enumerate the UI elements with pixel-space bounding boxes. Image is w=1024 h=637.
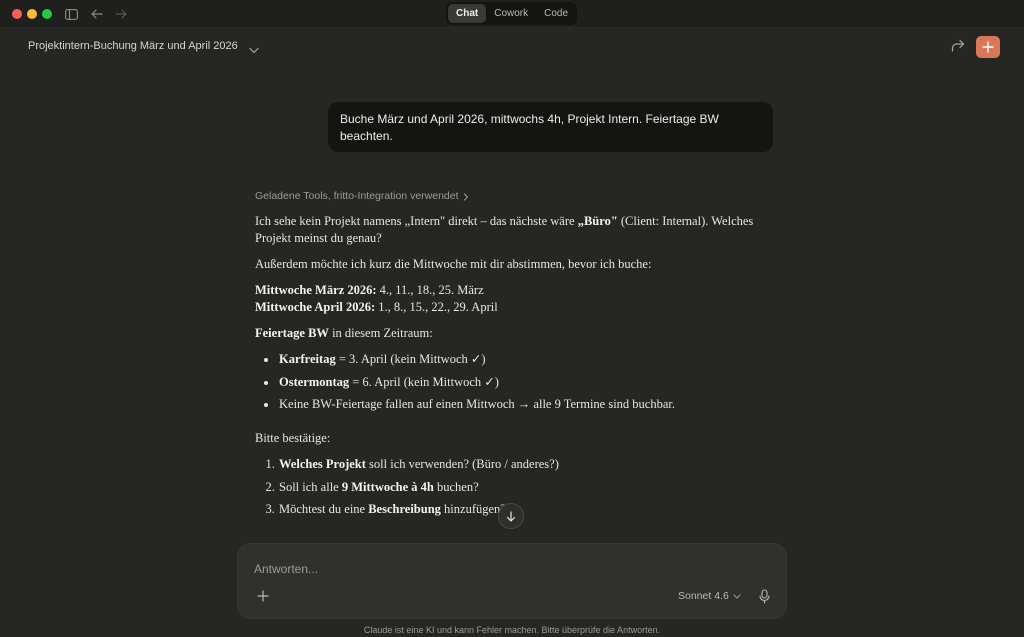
back-arrow-icon[interactable]	[88, 5, 106, 23]
conversation-header: Projektintern-Buchung März und April 202…	[0, 28, 1024, 66]
microphone-button[interactable]	[757, 588, 771, 604]
chevron-right-icon	[463, 192, 468, 201]
confirm-prompt: Bitte bestätige:	[255, 431, 331, 445]
disclaimer: Claude ist eine KI und kann Fehler mache…	[363, 625, 661, 635]
holidays-list: Karfreitag = 3. April (kein Mittwoch ✓) …	[278, 351, 775, 413]
sidebar-toggle-icon[interactable]	[62, 5, 80, 23]
tools-disclosure[interactable]: Geladene Tools, fritto-Integration verwe…	[255, 188, 775, 205]
reply-input[interactable]	[254, 560, 674, 578]
plus-icon	[982, 41, 994, 53]
list-item: Soll ich alle 9 Mittwoche à 4h buchen?	[278, 479, 775, 496]
conversation-title[interactable]: Projektintern-Buchung März und April 202…	[28, 40, 238, 52]
forward-arrow-icon[interactable]	[112, 5, 130, 23]
list-item: Karfreitag = 3. April (kein Mittwoch ✓)	[278, 351, 775, 368]
list-item: Keine BW-Feiertage fallen auf einen Mitt…	[278, 396, 775, 413]
list-item: Welches Projekt soll ich verwenden? (Bür…	[278, 456, 775, 473]
new-chat-button[interactable]	[976, 36, 1000, 58]
holidays-heading: Feiertage BW in diesem Zeitraum:	[255, 326, 433, 340]
close-window-button[interactable]	[12, 9, 22, 19]
mode-switcher: Chat Cowork Code	[446, 2, 577, 25]
share-icon[interactable]	[951, 39, 965, 57]
microphone-icon	[758, 588, 770, 604]
plus-icon	[257, 590, 269, 602]
arrow-down-icon	[506, 510, 516, 522]
composer: Sonnet 4.6	[237, 543, 787, 619]
chevron-down-icon	[733, 594, 741, 598]
assistant-message: Geladene Tools, fritto-Integration verwe…	[255, 188, 775, 527]
list-item: Ostermontag = 6. April (kein Mittwoch ✓)	[278, 374, 775, 391]
tab-code[interactable]: Code	[536, 4, 576, 23]
scroll-to-bottom-button[interactable]	[498, 503, 524, 529]
minimize-window-button[interactable]	[27, 9, 37, 19]
list-item: Möchtest du eine Beschreibung hinzufügen…	[278, 501, 775, 518]
attach-button[interactable]	[256, 589, 270, 603]
tab-cowork[interactable]: Cowork	[486, 4, 536, 23]
user-message: Buche März und April 2026, mittwochs 4h,…	[328, 102, 773, 152]
chevron-down-icon[interactable]	[249, 41, 259, 59]
tools-label: Geladene Tools, fritto-Integration verwe…	[255, 190, 459, 202]
zoom-window-button[interactable]	[42, 9, 52, 19]
tab-chat[interactable]: Chat	[448, 4, 487, 23]
title-bar: Chat Cowork Code	[0, 0, 1024, 28]
assistant-paragraph: Außerdem möchte ich kurz die Mittwoche m…	[255, 257, 652, 271]
model-name: Sonnet 4.6	[678, 590, 729, 602]
questions-list: Welches Projekt soll ich verwenden? (Bür…	[278, 456, 775, 518]
model-selector[interactable]: Sonnet 4.6	[678, 590, 741, 602]
assistant-paragraph: Ich sehe kein Projekt namens „Intern" di…	[255, 214, 754, 245]
wednesdays-list: Mittwoche März 2026: 4., 11., 18., 25. M…	[255, 283, 498, 314]
